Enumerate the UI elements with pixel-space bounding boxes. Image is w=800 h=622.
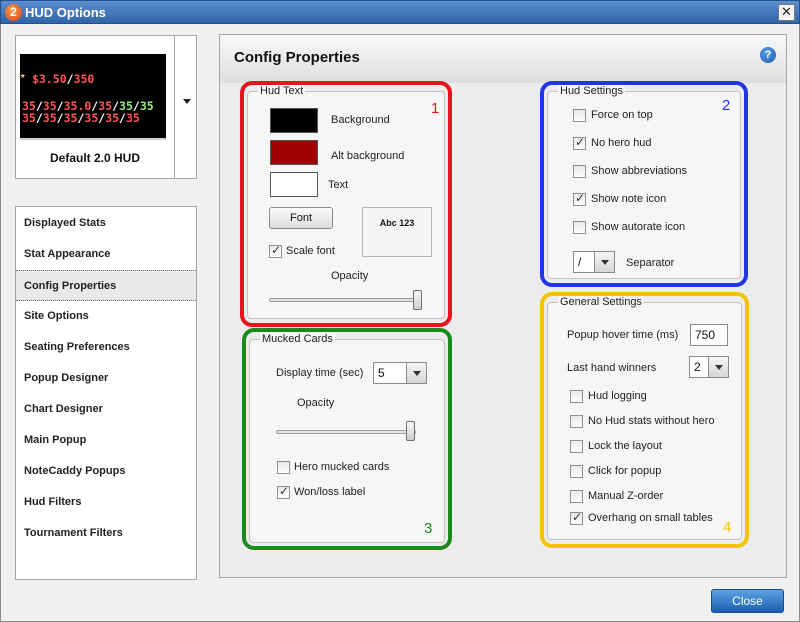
lock-the-layout-label: Lock the layout — [588, 440, 662, 452]
font-sample: Abc 123 — [362, 207, 432, 257]
text-color-swatch[interactable] — [270, 172, 318, 197]
display-time-label: Display time (sec) — [276, 367, 364, 379]
group-title: Hud Text — [258, 85, 306, 97]
show-abbreviations-checkbox[interactable] — [573, 165, 586, 178]
group-title: Hud Settings — [558, 85, 625, 97]
nav-item-tournament-filters[interactable]: Tournament Filters — [16, 518, 196, 549]
show-note-icon-label: Show note icon — [591, 193, 667, 205]
hud-name: Default 2.0 HUD — [49, 151, 141, 165]
chevron-down-icon[interactable] — [406, 363, 426, 383]
hud-logging-label: Hud logging — [588, 390, 647, 402]
nav-item-chart-designer[interactable]: Chart Designer — [16, 394, 196, 425]
display-time-select[interactable]: 5 — [373, 362, 427, 384]
last-hand-winners-select[interactable]: 2 — [689, 356, 729, 378]
group-number: 2 — [722, 97, 731, 114]
chevron-down-icon[interactable] — [594, 252, 614, 272]
nav-item-hud-filters[interactable]: Hud Filters — [16, 487, 196, 518]
app-icon: 2 — [5, 4, 22, 21]
hud-logging-checkbox[interactable] — [570, 390, 583, 403]
won-loss-label-checkbox[interactable] — [277, 484, 290, 499]
hero-mucked-cards-label: Hero mucked cards — [294, 461, 390, 473]
mucked-opacity-label: Opacity — [297, 397, 335, 409]
show-autorate-icon-checkbox[interactable] — [573, 221, 586, 234]
popup-hover-time-input[interactable]: 750 — [690, 324, 728, 346]
preview-row-1: $3.50/350 — [32, 72, 95, 86]
overhang-on-small-tables-label: Overhang on small tables — [588, 512, 713, 524]
opacity-label: Opacity — [331, 270, 369, 282]
no-hud-stats-without-hero-label: No Hud stats without hero — [588, 415, 715, 427]
nav-item-popup-designer[interactable]: Popup Designer — [16, 363, 196, 394]
no-hero-hud-checkbox[interactable] — [573, 135, 586, 150]
window-close-button[interactable]: ✕ — [778, 4, 795, 21]
won-loss-label-label: Won/loss label — [294, 486, 366, 498]
show-autorate-icon-label: Show autorate icon — [591, 221, 686, 233]
help-icon[interactable]: ? — [760, 47, 776, 63]
force-on-top-label: Force on top — [591, 109, 653, 121]
no-hero-hud-label: No hero hud — [591, 137, 652, 149]
click-for-popup-label: Click for popup — [588, 465, 662, 477]
group-title: Mucked Cards — [260, 333, 335, 345]
panel-header: Config Properties ? — [220, 35, 786, 83]
display-time-value: 5 — [378, 366, 385, 380]
hero-mucked-cards-checkbox[interactable] — [277, 461, 290, 474]
group-number: 1 — [431, 100, 440, 117]
nav-item-site-options[interactable]: Site Options — [16, 301, 196, 332]
nav-item-displayed-stats[interactable]: Displayed Stats — [16, 208, 196, 239]
page-title: Config Properties — [234, 49, 360, 66]
separator-value: / — [578, 255, 582, 269]
preview-row-3: 35/35/35/35/35/35 — [22, 111, 140, 125]
opacity-slider-handle[interactable] — [413, 290, 422, 310]
last-hand-winners-value: 2 — [694, 360, 701, 374]
overhang-on-small-tables-checkbox[interactable] — [570, 510, 583, 525]
background-label: Background — [331, 114, 390, 126]
title-bar: 2 HUD Options ✕ — [0, 0, 800, 24]
last-hand-winners-label: Last hand winners — [567, 362, 657, 374]
manual-z-order-label: Manual Z-order — [588, 490, 664, 502]
alt-background-color-swatch[interactable] — [270, 140, 318, 165]
opacity-slider-track[interactable] — [269, 298, 421, 302]
show-abbreviations-label: Show abbreviations — [591, 165, 688, 177]
scale-font-label: Scale font — [286, 245, 335, 257]
star-icon: ★ — [20, 71, 26, 81]
show-note-icon-checkbox[interactable] — [573, 191, 586, 206]
separator-label: Separator — [626, 257, 675, 269]
nav-item-seating-preferences[interactable]: Seating Preferences — [16, 332, 196, 363]
lock-the-layout-checkbox[interactable] — [570, 440, 583, 453]
close-button[interactable]: Close — [711, 589, 784, 613]
nav-item-config-properties[interactable]: Config Properties — [16, 270, 196, 301]
nav-item-stat-appearance[interactable]: Stat Appearance — [16, 239, 196, 270]
separator-select[interactable]: / — [573, 251, 615, 273]
hud-preview: ★ $3.50/350 35/35/35.0/35/35/35 35/35/35… — [20, 54, 166, 140]
manual-z-order-checkbox[interactable] — [570, 490, 583, 503]
window-title: HUD Options — [25, 5, 106, 20]
popup-hover-time-label: Popup hover time (ms) — [567, 329, 679, 341]
mucked-opacity-slider-handle[interactable] — [406, 421, 415, 441]
chevron-down-icon[interactable] — [708, 357, 728, 377]
alt-background-label: Alt background — [331, 150, 405, 162]
group-number: 3 — [424, 520, 433, 537]
mucked-opacity-slider-track[interactable] — [276, 430, 416, 434]
no-hud-stats-without-hero-checkbox[interactable] — [570, 415, 583, 428]
background-color-swatch[interactable] — [270, 108, 318, 133]
scale-font-checkbox[interactable] — [269, 243, 282, 258]
font-button[interactable]: Font — [269, 207, 333, 229]
nav-item-main-popup[interactable]: Main Popup — [16, 425, 196, 456]
divider — [174, 36, 175, 178]
sidebar-nav: Displayed Stats Stat Appearance Config P… — [15, 206, 197, 580]
chevron-down-icon[interactable] — [183, 99, 191, 104]
group-title: General Settings — [558, 296, 644, 308]
group-number: 4 — [723, 519, 732, 536]
force-on-top-checkbox[interactable] — [573, 109, 586, 122]
click-for-popup-checkbox[interactable] — [570, 465, 583, 478]
text-label: Text — [328, 179, 349, 191]
nav-item-notecaddy-popups[interactable]: NoteCaddy Popups — [16, 456, 196, 487]
hud-selector[interactable]: ★ $3.50/350 35/35/35.0/35/35/35 35/35/35… — [15, 35, 197, 179]
